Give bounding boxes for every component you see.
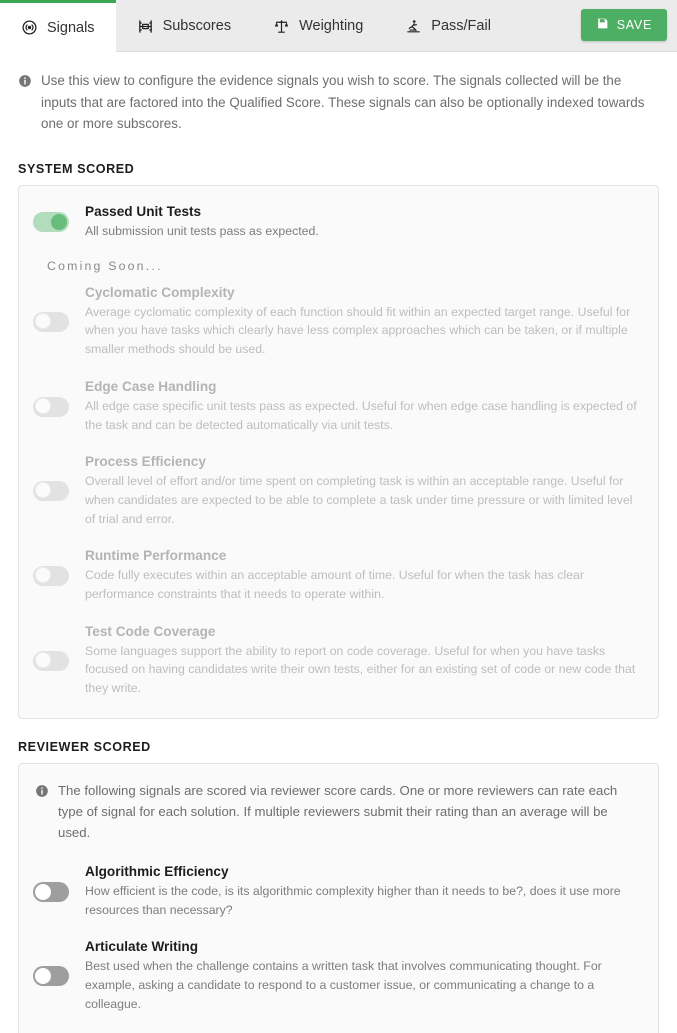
system-scored-card: Passed Unit Tests All submission unit te… — [18, 185, 659, 719]
signal-description: Code fully executes within an acceptable… — [85, 568, 584, 601]
toggle-edge-case-handling — [33, 396, 69, 417]
signal-row-articulate-writing: Articulate Writing Best used when the ch… — [19, 929, 658, 1023]
toggle-knob — [35, 566, 51, 583]
toggle-runtime-performance — [33, 565, 69, 586]
signal-row-process-efficiency: Process Efficiency Overall level of effo… — [19, 444, 658, 538]
signal-title: Passed Unit Tests — [85, 204, 202, 220]
save-button-label: SAVE — [616, 18, 652, 32]
toggle-knob — [35, 482, 51, 499]
tab-pass-fail[interactable]: Pass/Fail — [384, 0, 512, 52]
toggle-cyclomatic-complexity — [33, 311, 69, 332]
signal-texts: Process Efficiency Overall level of effo… — [85, 454, 642, 528]
system-scored-heading: SYSTEM SCORED — [18, 162, 135, 177]
signal-title: Test Code Coverage — [85, 623, 216, 639]
signal-description: How efficient is the code, is its algori… — [85, 883, 621, 917]
signal-description: Best used when the challenge contains a … — [85, 959, 602, 1011]
signal-description: Some languages support the ability to re… — [85, 643, 636, 696]
toggle-algorithmic-efficiency[interactable] — [33, 881, 69, 902]
tab-signals-label: Signals — [47, 19, 95, 36]
reviewer-description-text: The following signals are scored via rev… — [58, 782, 618, 841]
toggle-knob — [51, 214, 67, 231]
tab-weighting[interactable]: Weighting — [252, 0, 384, 52]
toggle-knob — [35, 968, 51, 985]
reviewer-scored-card: The following signals are scored via rev… — [18, 762, 659, 1033]
toggle-test-code-coverage — [33, 650, 69, 671]
tab-subscores-label: Subscores — [162, 18, 232, 35]
tab-subscores[interactable]: Subscores — [116, 0, 253, 52]
signal-texts: Test Code Coverage Some languages suppor… — [85, 624, 642, 698]
hurdle-icon — [405, 18, 422, 35]
ruler-icon — [137, 18, 154, 35]
toggle-process-efficiency — [33, 481, 69, 502]
info-icon — [35, 783, 49, 844]
signal-title: Articulate Writing — [85, 939, 199, 955]
tab-signals[interactable]: Signals — [0, 0, 116, 52]
signal-texts: Cyclomatic Complexity Average cyclomatic… — [85, 285, 642, 359]
scales-icon — [273, 18, 290, 35]
toggle-knob — [35, 651, 51, 668]
signal-row-test-code-coverage: Test Code Coverage Some languages suppor… — [19, 614, 658, 718]
signal-title: Process Efficiency — [85, 454, 206, 470]
page-body: Use this view to configure the evidence … — [0, 52, 677, 1033]
signal-row-passed-unit-tests: Passed Unit Tests All submission unit te… — [19, 186, 658, 251]
toggle-passed-unit-tests[interactable] — [33, 212, 69, 233]
toggle-knob — [35, 883, 51, 900]
signal-description: All submission unit tests pass as expect… — [85, 224, 319, 239]
signal-row-algorithmic-efficiency: Algorithmic Efficiency How efficient is … — [19, 850, 658, 929]
signal-icon — [21, 19, 38, 36]
signal-texts: Passed Unit Tests All submission unit te… — [85, 204, 642, 241]
signal-description: All edge case specific unit tests pass a… — [85, 398, 637, 432]
signal-texts: Articulate Writing Best used when the ch… — [85, 939, 642, 1013]
floppy-disk-icon — [596, 17, 609, 33]
view-description: Use this view to configure the evidence … — [18, 52, 659, 141]
signal-texts: Runtime Performance Code fully executes … — [85, 548, 642, 603]
signal-description: Overall level of effort and/or time spen… — [85, 474, 633, 526]
reviewer-description: The following signals are scored via rev… — [19, 764, 658, 850]
signal-row-css-structure: CSS Structure Best used on front-end cha… — [19, 1023, 658, 1033]
signal-title: Algorithmic Efficiency — [85, 863, 229, 879]
signal-row-edge-case-handling: Edge Case Handling All edge case specifi… — [19, 369, 658, 444]
signal-title: Cyclomatic Complexity — [85, 284, 235, 300]
tab-weighting-label: Weighting — [299, 18, 364, 35]
coming-soon-label: Coming Soon... — [47, 258, 163, 273]
info-icon — [18, 73, 32, 135]
toggle-articulate-writing[interactable] — [33, 966, 69, 987]
signal-texts: Edge Case Handling All edge case specifi… — [85, 379, 642, 434]
toggle-knob — [35, 312, 51, 329]
view-description-text: Use this view to configure the evidence … — [41, 73, 645, 132]
save-button[interactable]: SAVE — [580, 9, 667, 41]
tab-bar: Signals Subscores Weighting Pass/Fail SA… — [0, 0, 677, 52]
reviewer-scored-heading: REVIEWER SCORED — [18, 739, 151, 754]
signal-title: Edge Case Handling — [85, 378, 217, 394]
signal-row-runtime-performance: Runtime Performance Code fully executes … — [19, 538, 658, 613]
toggle-knob — [35, 397, 51, 414]
tab-pass-fail-label: Pass/Fail — [431, 18, 491, 35]
signal-description: Average cyclomatic complexity of each fu… — [85, 304, 631, 357]
signal-row-cyclomatic-complexity: Cyclomatic Complexity Average cyclomatic… — [19, 275, 658, 369]
signal-texts: Algorithmic Efficiency How efficient is … — [85, 864, 642, 919]
signal-title: Runtime Performance — [85, 548, 227, 564]
